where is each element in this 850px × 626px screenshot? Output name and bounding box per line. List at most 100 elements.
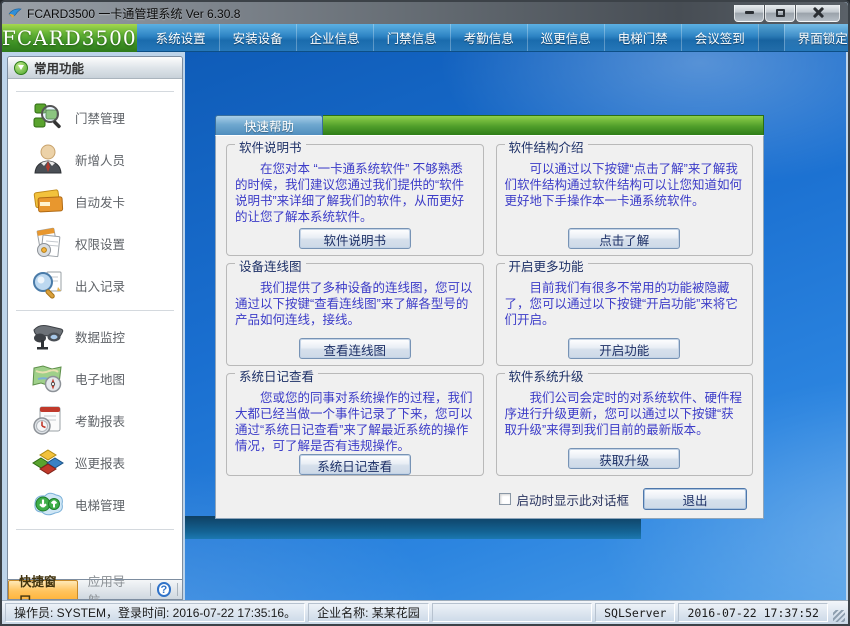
data-monitor-icon [30, 319, 66, 353]
sidebar-item-label: 电子地图 [75, 369, 125, 388]
brand-logo: FCARD3500 [2, 24, 137, 52]
sidebar-header[interactable]: 常用功能 [8, 57, 182, 79]
get-upgrade-button[interactable]: 获取升级 [568, 448, 680, 469]
access-management-icon [30, 100, 66, 134]
sidebar-item-attendance-report[interactable]: 考勤报表 [8, 399, 182, 441]
divider [177, 583, 178, 596]
panel-title: 软件系统升级 [505, 366, 588, 385]
menu-item-system-settings[interactable]: 系统设置 [143, 24, 219, 51]
divider [16, 529, 174, 530]
workspace: 快速帮助 软件说明书 在您对本 “一卡通系统软件” 不够熟悉的时候，我们建议您通… [185, 52, 846, 600]
panel-title: 系统日记查看 [235, 366, 318, 385]
elevator-management-icon [30, 487, 66, 521]
sidebar-item-label: 巡更报表 [75, 453, 125, 472]
maximize-icon [776, 9, 785, 17]
sidebar-item-label: 考勤报表 [75, 411, 125, 430]
menu-item-elevator-access[interactable]: 电梯门禁 [604, 24, 681, 51]
sidebar-item-patrol-report[interactable]: 巡更报表 [8, 441, 182, 483]
menu-item-attendance-info[interactable]: 考勤信息 [450, 24, 527, 51]
status-company: 企业名称: 某某花园 [308, 603, 429, 622]
help-icon[interactable]: ? [157, 582, 172, 597]
sidebar-item-label: 出入记录 [75, 276, 125, 295]
panel-software-manual: 软件说明书 在您对本 “一卡通系统软件” 不够熟悉的时候，我们建议您通过我们提供… [226, 144, 484, 256]
sidebar-item-auto-card[interactable]: 自动发卡 [8, 180, 182, 222]
sidebar-item-e-map[interactable]: 电子地图 [8, 357, 182, 399]
title-bar: FCARD3500 一卡通管理系统 Ver 6.30.8 [2, 2, 848, 24]
collapse-arrow-icon[interactable] [14, 61, 28, 75]
sidebar: 常用功能 门 [4, 52, 185, 600]
quick-help-panel: 软件说明书 在您对本 “一卡通系统软件” 不够熟悉的时候，我们建议您通过我们提供… [215, 135, 764, 519]
dialog-footer: 启动时显示此对话框 退出 [226, 484, 753, 514]
panel-text: 我们公司会定时的对系统软件、硬件程序进行升级更新，您可以通过以下按键“获取升级”… [505, 390, 745, 438]
software-manual-button[interactable]: 软件说明书 [299, 228, 411, 249]
exit-button[interactable]: 退出 [643, 488, 747, 510]
app-body: 常用功能 门 [4, 52, 846, 600]
panel-text: 您或您的同事对系统操作的过程，我们大都已经当做一个事件记录了下来，您可以通过“系… [235, 390, 475, 454]
sidebar-item-label: 权限设置 [75, 234, 125, 253]
panel-system-log: 系统日记查看 您或您的同事对系统操作的过程，我们大都已经当做一个事件记录了下来，… [226, 373, 484, 476]
sidebar-item-add-person[interactable]: 新增人员 [8, 138, 182, 180]
window-title: FCARD3500 一卡通管理系统 Ver 6.30.8 [27, 5, 240, 22]
panel-grid: 软件说明书 在您对本 “一卡通系统软件” 不够熟悉的时候，我们建议您通过我们提供… [226, 144, 753, 476]
sidebar-item-label: 门禁管理 [75, 108, 125, 127]
attendance-report-icon [30, 403, 66, 437]
sidebar-tab-bar: 快捷窗口 应用导航 ? [7, 580, 183, 600]
divider [16, 310, 174, 311]
sidebar-item-access-management[interactable]: 门禁管理 [8, 96, 182, 138]
menu-item-install-device[interactable]: 安装设备 [219, 24, 296, 51]
panel-title: 开启更多功能 [505, 256, 588, 275]
menu-item-access-info[interactable]: 门禁信息 [373, 24, 450, 51]
panel-text: 目前我们有很多不常用的功能被隐藏了，您可以通过以下按键“开启功能”来将它们开启。 [505, 280, 745, 328]
sidebar-item-in-out-records[interactable]: 出入记录 [8, 264, 182, 306]
menu-item-patrol-info[interactable]: 巡更信息 [527, 24, 604, 51]
resize-grip[interactable] [833, 610, 845, 622]
menu-spacer [758, 24, 784, 51]
menu-item-lock-ui[interactable]: 界面锁定 [784, 24, 850, 51]
menu-item-meeting-signin[interactable]: 会议签到 [681, 24, 758, 51]
sidebar-item-label: 自动发卡 [75, 192, 125, 211]
panel-title: 软件说明书 [235, 137, 306, 156]
status-empty [432, 603, 592, 622]
panel-wiring-diagram: 设备连线图 我们提供了多种设备的连线图，您可以通过以下按键“查看连线图”来了解各… [226, 263, 484, 366]
panel-title: 软件结构介绍 [505, 137, 588, 156]
sidebar-items: 门禁管理 新增人员 [8, 79, 182, 579]
dialog-tab-row: 快速帮助 [215, 115, 764, 135]
status-time: 2016-07-22 17:37:52 [678, 603, 828, 622]
system-log-button[interactable]: 系统日记查看 [299, 454, 411, 475]
sidebar-item-label: 电梯管理 [75, 495, 125, 514]
sidebar-item-elevator-management[interactable]: 电梯管理 [8, 483, 182, 525]
tab-quick-window[interactable]: 快捷窗口 [8, 580, 78, 599]
minimize-button[interactable] [734, 5, 764, 22]
sidebar-item-data-monitor[interactable]: 数据监控 [8, 315, 182, 357]
permission-settings-icon [30, 226, 66, 260]
checkbox-icon[interactable] [499, 493, 511, 505]
status-operator: 操作员: SYSTEM，登录时间: 2016-07-22 17:35:16。 [5, 603, 305, 622]
window-controls [734, 5, 842, 22]
show-on-startup-option[interactable]: 启动时显示此对话框 [499, 490, 629, 509]
status-bar: 操作员: SYSTEM，登录时间: 2016-07-22 17:35:16。 企… [2, 600, 848, 624]
enable-features-button[interactable]: 开启功能 [568, 338, 680, 359]
panel-text: 可以通过以下按键“点击了解”来了解我们软件结构通过软件结构可以让您知道如何更好地… [505, 161, 745, 209]
sidebar-item-permission-settings[interactable]: 权限设置 [8, 222, 182, 264]
panel-text: 我们提供了多种设备的连线图，您可以通过以下按键“查看连线图”来了解各型号的产品如… [235, 280, 475, 328]
minimize-icon [745, 11, 754, 14]
divider [16, 91, 174, 92]
maximize-button[interactable] [765, 5, 795, 22]
quick-help-dialog: 快速帮助 软件说明书 在您对本 “一卡通系统软件” 不够熟悉的时候，我们建议您通… [215, 115, 764, 519]
menu-item-company-info[interactable]: 企业信息 [296, 24, 373, 51]
sidebar-panel: 常用功能 门 [7, 56, 183, 580]
panel-more-features: 开启更多功能 目前我们有很多不常用的功能被隐藏了，您可以通过以下按键“开启功能”… [496, 263, 754, 366]
close-button[interactable] [796, 5, 840, 22]
checkbox-label: 启动时显示此对话框 [516, 490, 629, 509]
sidebar-item-label: 新增人员 [75, 150, 125, 169]
view-wiring-button[interactable]: 查看连线图 [299, 338, 411, 359]
patrol-report-icon [30, 445, 66, 479]
menu-bar: 系统设置 安装设备 企业信息 门禁信息 考勤信息 巡更信息 电梯门禁 会议签到 … [137, 24, 850, 52]
add-person-icon [30, 142, 66, 176]
click-to-learn-button[interactable]: 点击了解 [568, 228, 680, 249]
tab-app-navigation[interactable]: 应用导航 [78, 580, 146, 599]
auto-card-icon [30, 184, 66, 218]
tab-quick-help[interactable]: 快速帮助 [215, 115, 323, 135]
in-out-records-icon [30, 268, 66, 302]
app-icon [8, 6, 22, 20]
